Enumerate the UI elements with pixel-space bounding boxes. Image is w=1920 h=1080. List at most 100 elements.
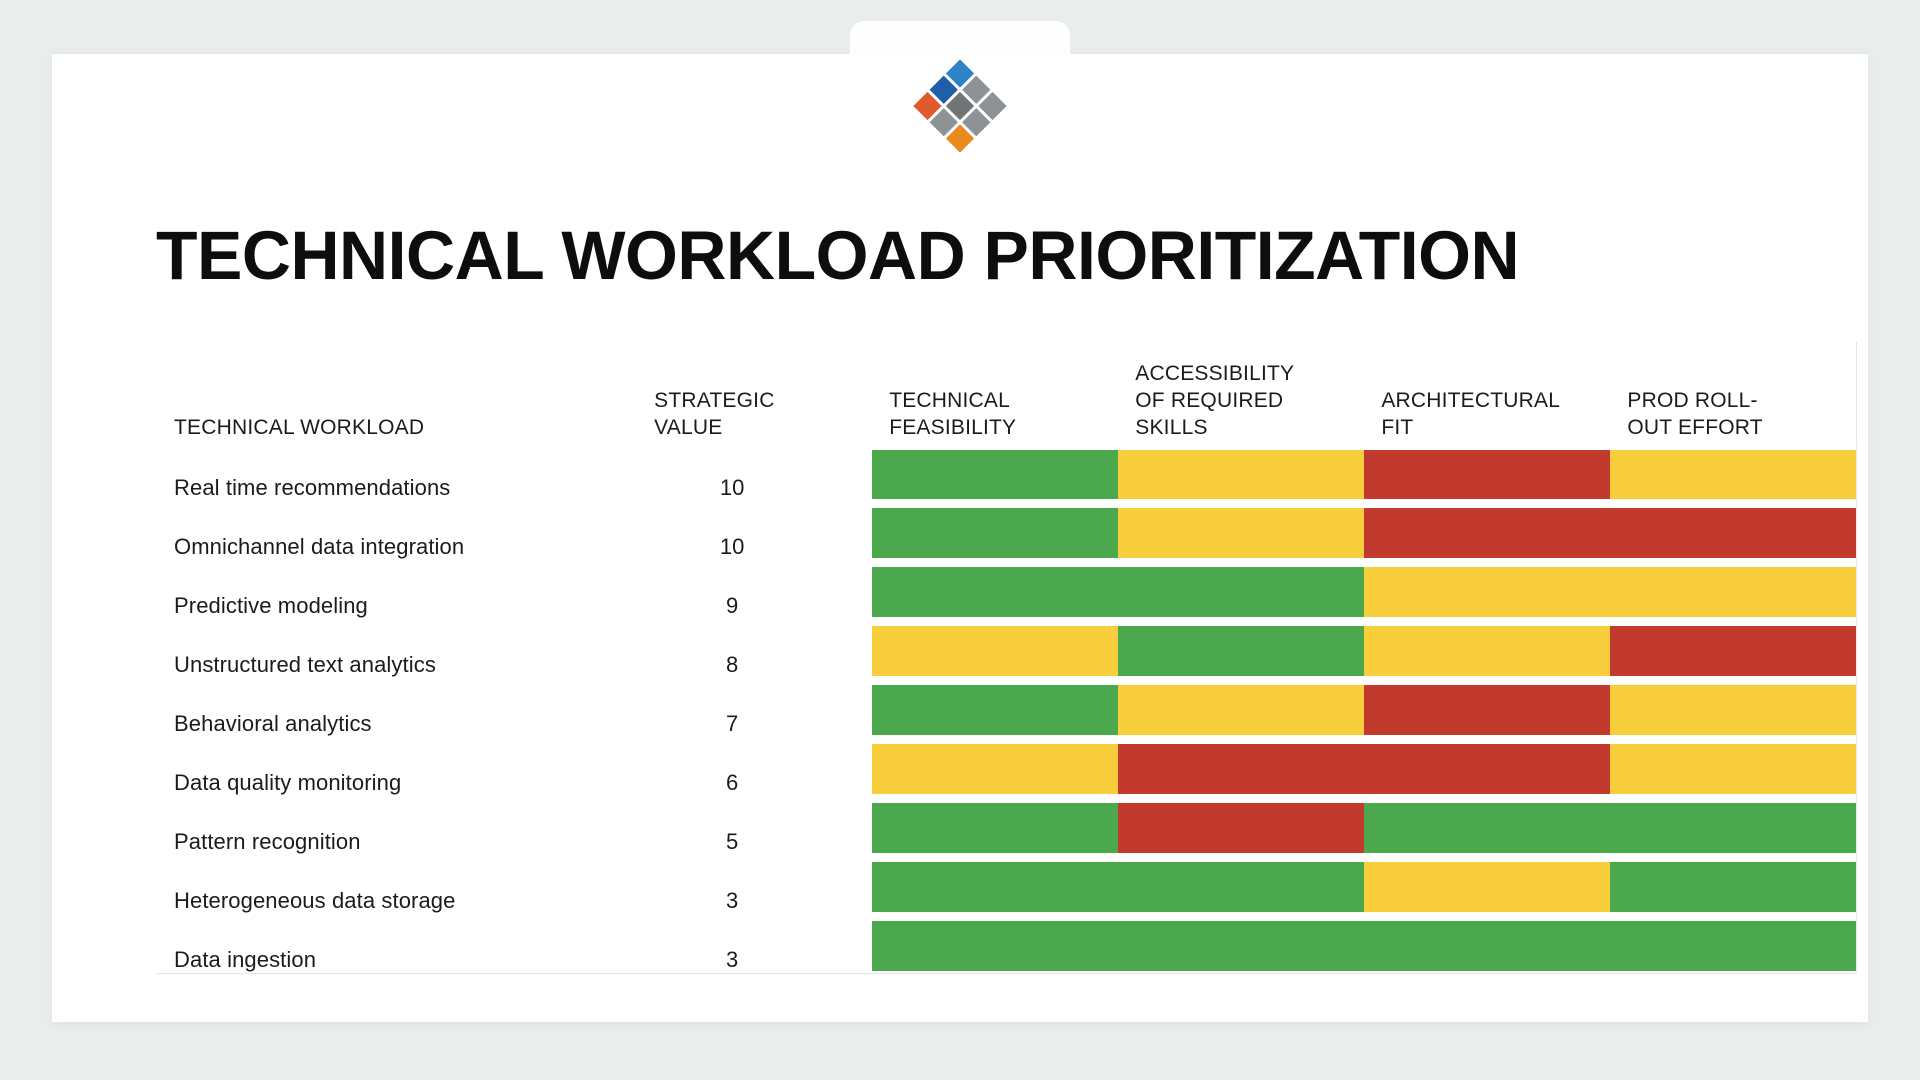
cell-technical-feasibility [872, 560, 1119, 619]
cell-prod-rollout-swatch-yellow [1610, 742, 1856, 796]
cell-workload: Predictive modeling [174, 593, 368, 618]
cell-architectural-fit [1364, 796, 1611, 855]
cell-technical-feasibility-swatch-green [872, 801, 1119, 855]
cell-architectural-fit-swatch-red [1364, 447, 1611, 501]
cell-prod-rollout [1610, 737, 1858, 796]
cell-spacer [827, 501, 872, 560]
cell-accessibility-swatch-red [1118, 801, 1365, 855]
cell-strategic-value: 6 [726, 770, 739, 795]
table-row: Omnichannel data integration 10 [157, 501, 1858, 560]
table-row: Data quality monitoring 6 [157, 737, 1858, 796]
slide-top-notch [850, 21, 1070, 65]
column-header-architectural-fit-label: ARCHITECTURAL FIT [1381, 389, 1561, 440]
logo-tile-7 [929, 108, 958, 137]
column-header-strategic-value: STRATEGIC VALUE [637, 342, 827, 442]
cell-architectural-fit-swatch-red [1364, 506, 1611, 560]
column-header-workload-label: TECHNICAL WORKLOAD [174, 416, 425, 440]
cell-accessibility-swatch-green [1118, 624, 1365, 678]
cell-prod-rollout [1610, 619, 1858, 678]
page-title: TECHNICAL WORKLOAD PRIORITIZATION [156, 217, 1520, 295]
table-row: Pattern recognition 5 [157, 796, 1858, 855]
cell-accessibility [1118, 619, 1365, 678]
logo-tile-8 [945, 124, 975, 153]
cell-accessibility [1118, 855, 1365, 914]
cell-architectural-fit-swatch-red [1364, 742, 1611, 796]
logo-tile-6 [913, 91, 942, 121]
cell-technical-feasibility-swatch-green [872, 860, 1119, 914]
cell-architectural-fit-swatch-yellow [1364, 624, 1611, 678]
cell-strategic-value: 7 [726, 711, 739, 736]
cell-technical-feasibility [872, 796, 1119, 855]
cell-prod-rollout [1610, 914, 1858, 974]
cell-strategic-value: 10 [719, 534, 745, 559]
cell-workload: Omnichannel data integration [174, 534, 465, 559]
cell-architectural-fit-swatch-yellow [1364, 860, 1611, 914]
column-header-technical-feasibility-label: TECHNICAL FEASIBILITY [889, 389, 1017, 440]
cell-technical-feasibility-swatch-green [872, 919, 1119, 973]
table-row: Behavioral analytics 7 [157, 678, 1858, 737]
logo-tile-4 [945, 91, 975, 121]
column-header-strategic-value-label: STRATEGIC VALUE [654, 389, 775, 440]
table-row: Data ingestion 3 [157, 914, 1858, 974]
cell-accessibility-swatch-red [1118, 742, 1365, 796]
cell-prod-rollout-swatch-yellow [1610, 683, 1856, 737]
cell-prod-rollout [1610, 501, 1858, 560]
table-row: Predictive modeling 9 [157, 560, 1858, 619]
cell-strategic-value: 5 [726, 829, 739, 854]
prioritization-matrix-table: TECHNICAL WORKLOAD STRATEGIC VALUE TECHN… [157, 342, 1858, 974]
column-header-prod-rollout: PROD ROLL- OUT EFFORT [1610, 342, 1858, 442]
cell-accessibility-swatch-yellow [1118, 447, 1365, 501]
table-body: Real time recommendations 10 Omnichannel d… [157, 442, 1858, 974]
cell-accessibility-swatch-yellow [1118, 506, 1365, 560]
cell-spacer [827, 619, 872, 678]
cell-architectural-fit [1364, 678, 1611, 737]
cell-workload: Data ingestion [157, 914, 638, 974]
cell-prod-rollout-swatch-red [1610, 624, 1856, 678]
cell-technical-feasibility-swatch-yellow [872, 742, 1119, 796]
cell-spacer [827, 855, 872, 914]
cell-strategic-value: 9 [726, 593, 739, 618]
cell-workload: Heterogeneous data storage [174, 888, 456, 913]
cell-spacer [827, 914, 873, 974]
cell-strategic-value: 3 [726, 888, 739, 913]
cell-architectural-fit-swatch-red [1364, 683, 1611, 737]
column-header-accessibility: ACCESSIBILITY OF REQUIRED SKILLS [1118, 342, 1364, 442]
cell-spacer [827, 678, 872, 737]
column-header-accessibility-label: ACCESSIBILITY OF REQUIRED SKILLS [1135, 362, 1295, 440]
cell-technical-feasibility-swatch-green [872, 683, 1119, 737]
cell-accessibility-swatch-green [1118, 565, 1365, 619]
cell-accessibility [1118, 501, 1365, 560]
cell-workload: Real time recommendations [174, 475, 451, 500]
cell-technical-feasibility-swatch-green [872, 506, 1119, 560]
cell-strategic-value: 3 [637, 914, 828, 974]
cell-strategic-value: 8 [726, 652, 739, 677]
cell-prod-rollout-swatch-yellow [1610, 565, 1856, 619]
column-header-spacer [827, 342, 872, 442]
cell-architectural-fit-swatch-yellow [1364, 565, 1611, 619]
cell-technical-feasibility [872, 855, 1119, 914]
cell-technical-feasibility-swatch-green [872, 565, 1119, 619]
header-row: TECHNICAL WORKLOAD STRATEGIC VALUE TECHN… [157, 342, 1858, 442]
cell-accessibility [1118, 442, 1365, 501]
cell-prod-rollout [1610, 442, 1858, 501]
column-header-technical-feasibility: TECHNICAL FEASIBILITY [872, 342, 1118, 442]
cell-workload: Data quality monitoring [174, 770, 402, 795]
cell-prod-rollout [1610, 678, 1858, 737]
cell-spacer [827, 560, 872, 619]
cell-prod-rollout-swatch-red [1610, 506, 1856, 560]
cell-architectural-fit [1364, 737, 1611, 796]
cell-workload: Behavioral analytics [174, 711, 372, 736]
slide-card: TECHNICAL WORKLOAD PRIORITIZATION TECHNI… [52, 21, 1868, 1022]
cell-architectural-fit [1364, 619, 1611, 678]
cell-accessibility-swatch-green [1118, 860, 1365, 914]
cell-accessibility [1118, 560, 1365, 619]
cell-accessibility-swatch-yellow [1118, 683, 1365, 737]
cell-technical-feasibility [872, 619, 1119, 678]
cell-accessibility [1118, 678, 1365, 737]
cell-prod-rollout-swatch-green [1610, 919, 1856, 973]
cell-accessibility [1118, 737, 1365, 796]
logo-tile-2 [978, 91, 1007, 121]
slide-stage: TECHNICAL WORKLOAD PRIORITIZATION TECHNI… [0, 0, 1920, 1080]
cell-spacer [827, 796, 872, 855]
cell-prod-rollout-swatch-green [1610, 801, 1856, 855]
